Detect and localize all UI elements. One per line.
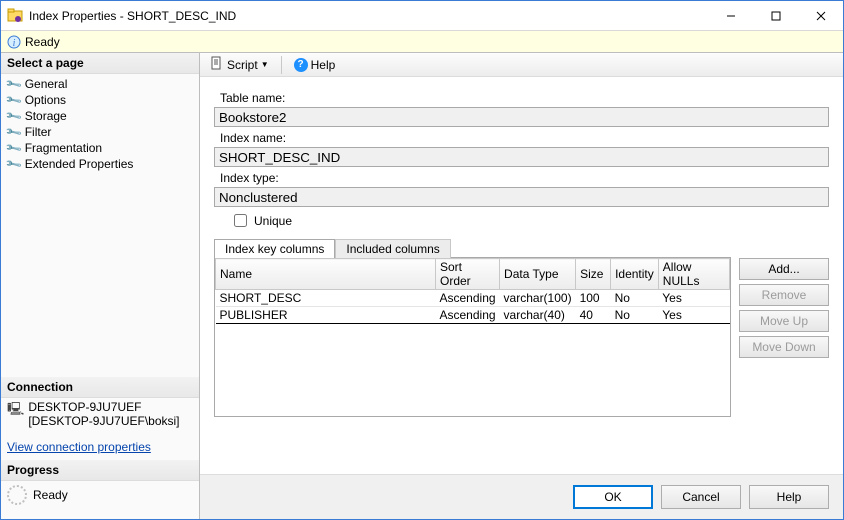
column-buttons: Add... Remove Move Up Move Down bbox=[739, 258, 829, 417]
col-ident[interactable]: Identity bbox=[611, 259, 659, 290]
progress-text: Ready bbox=[33, 488, 68, 502]
cell-ident: No bbox=[611, 307, 659, 324]
status-text: Ready bbox=[25, 35, 60, 49]
table-name-label: Table name: bbox=[220, 91, 829, 105]
move-down-button[interactable]: Move Down bbox=[739, 336, 829, 358]
table-row[interactable]: SHORT_DESC Ascending varchar(100) 100 No… bbox=[216, 290, 730, 307]
close-button[interactable] bbox=[798, 1, 843, 30]
wrench-icon: 🔧 bbox=[5, 123, 24, 142]
cell-sort: Ascending bbox=[436, 307, 500, 324]
page-item-label: Fragmentation bbox=[25, 141, 102, 155]
page-item-label: Options bbox=[25, 93, 66, 107]
progress-row: Ready bbox=[1, 481, 199, 509]
wrench-icon: 🔧 bbox=[5, 91, 24, 110]
remove-button[interactable]: Remove bbox=[739, 284, 829, 306]
unique-label: Unique bbox=[254, 214, 292, 228]
add-button[interactable]: Add... bbox=[739, 258, 829, 280]
columns-table-box: Name Sort Order Data Type Size Identity … bbox=[214, 257, 731, 417]
window: Index Properties - SHORT_DESC_IND i Read… bbox=[0, 0, 844, 520]
help-icon: ? bbox=[294, 58, 308, 72]
tab-index-key-columns[interactable]: Index key columns bbox=[214, 239, 335, 258]
help-label: Help bbox=[311, 58, 336, 72]
page-item-filter[interactable]: 🔧Filter bbox=[1, 124, 199, 140]
toolbar: Script ▼ ? Help bbox=[200, 53, 843, 77]
minimize-button[interactable] bbox=[708, 1, 753, 30]
page-item-general[interactable]: 🔧General bbox=[1, 76, 199, 92]
right-panel: Script ▼ ? Help Table name: Index name: … bbox=[200, 53, 843, 519]
cell-size: 100 bbox=[576, 290, 611, 307]
columns-table: Name Sort Order Data Type Size Identity … bbox=[215, 258, 730, 324]
cell-name: PUBLISHER bbox=[216, 307, 436, 324]
tabs: Index key columns Included columns bbox=[214, 238, 731, 257]
status-bar: i Ready bbox=[1, 31, 843, 53]
col-sort[interactable]: Sort Order bbox=[436, 259, 500, 290]
server-icon: 🖳 bbox=[7, 400, 24, 422]
app-icon bbox=[7, 8, 23, 24]
move-up-button[interactable]: Move Up bbox=[739, 310, 829, 332]
separator bbox=[281, 56, 282, 74]
dropdown-icon: ▼ bbox=[261, 60, 269, 69]
select-page-heading: Select a page bbox=[1, 53, 199, 74]
cell-nulls: Yes bbox=[658, 290, 729, 307]
wrench-icon: 🔧 bbox=[5, 155, 24, 174]
index-type-label: Index type: bbox=[220, 171, 829, 185]
script-label: Script bbox=[227, 58, 258, 72]
col-dt[interactable]: Data Type bbox=[500, 259, 576, 290]
tab-included-columns[interactable]: Included columns bbox=[335, 239, 450, 258]
cell-dt: varchar(40) bbox=[500, 307, 576, 324]
titlebar: Index Properties - SHORT_DESC_IND bbox=[1, 1, 843, 31]
wrench-icon: 🔧 bbox=[5, 107, 24, 126]
help-button[interactable]: ? Help bbox=[290, 56, 340, 74]
progress-heading: Progress bbox=[1, 460, 199, 481]
index-name-input bbox=[214, 147, 829, 167]
footer: OK Cancel Help bbox=[200, 474, 843, 519]
col-name[interactable]: Name bbox=[216, 259, 436, 290]
page-item-label: Extended Properties bbox=[25, 157, 134, 171]
maximize-button[interactable] bbox=[753, 1, 798, 30]
page-item-label: Filter bbox=[25, 125, 52, 139]
page-item-extended-properties[interactable]: 🔧Extended Properties bbox=[1, 156, 199, 172]
cell-ident: No bbox=[611, 290, 659, 307]
index-type-input bbox=[214, 187, 829, 207]
page-item-label: Storage bbox=[25, 109, 67, 123]
view-connection-link[interactable]: View connection properties bbox=[1, 434, 199, 460]
unique-checkbox[interactable] bbox=[234, 214, 247, 227]
wrench-icon: 🔧 bbox=[5, 139, 24, 158]
page-item-label: General bbox=[25, 77, 68, 91]
col-size[interactable]: Size bbox=[576, 259, 611, 290]
info-icon: i bbox=[7, 35, 21, 49]
cell-nulls: Yes bbox=[658, 307, 729, 324]
script-icon bbox=[210, 56, 224, 73]
user-name: [DESKTOP-9JU7UEF\boksi] bbox=[28, 414, 179, 428]
spinner-icon bbox=[7, 485, 27, 505]
content: Table name: Index name: Index type: Uniq… bbox=[200, 77, 843, 474]
page-list: 🔧General 🔧Options 🔧Storage 🔧Filter 🔧Frag… bbox=[1, 74, 199, 174]
cell-dt: varchar(100) bbox=[500, 290, 576, 307]
connection-info: 🖳 DESKTOP-9JU7UEF [DESKTOP-9JU7UEF\boksi… bbox=[1, 398, 199, 434]
body: Select a page 🔧General 🔧Options 🔧Storage… bbox=[1, 53, 843, 519]
index-name-label: Index name: bbox=[220, 131, 829, 145]
svg-text:i: i bbox=[13, 38, 16, 49]
window-title: Index Properties - SHORT_DESC_IND bbox=[29, 9, 708, 23]
ok-button[interactable]: OK bbox=[573, 485, 653, 509]
cell-sort: Ascending bbox=[436, 290, 500, 307]
wrench-icon: 🔧 bbox=[5, 75, 24, 94]
table-name-input bbox=[214, 107, 829, 127]
help-button[interactable]: Help bbox=[749, 485, 829, 509]
cell-name: SHORT_DESC bbox=[216, 290, 436, 307]
col-nulls[interactable]: Allow NULLs bbox=[658, 259, 729, 290]
page-item-fragmentation[interactable]: 🔧Fragmentation bbox=[1, 140, 199, 156]
script-button[interactable]: Script ▼ bbox=[206, 54, 273, 75]
table-row[interactable]: PUBLISHER Ascending varchar(40) 40 No Ye… bbox=[216, 307, 730, 324]
page-item-options[interactable]: 🔧Options bbox=[1, 92, 199, 108]
server-name: DESKTOP-9JU7UEF bbox=[28, 400, 179, 414]
left-panel: Select a page 🔧General 🔧Options 🔧Storage… bbox=[1, 53, 200, 519]
connection-heading: Connection bbox=[1, 377, 199, 398]
page-item-storage[interactable]: 🔧Storage bbox=[1, 108, 199, 124]
cell-size: 40 bbox=[576, 307, 611, 324]
cancel-button[interactable]: Cancel bbox=[661, 485, 741, 509]
